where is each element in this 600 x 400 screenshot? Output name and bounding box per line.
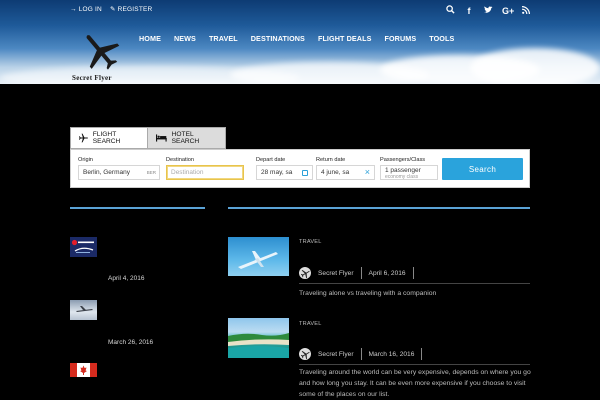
origin-value: Berlin, Germany — [83, 169, 130, 176]
destination-placeholder: Destination — [171, 169, 204, 176]
pencil-icon: ✎ — [109, 6, 116, 13]
register-label: REGISTER — [117, 5, 153, 13]
rss-icon[interactable] — [521, 5, 531, 16]
nav-item-news[interactable]: NEWS — [174, 34, 196, 43]
cloud-decoration — [470, 48, 600, 84]
post-category[interactable]: TRAVEL — [299, 239, 322, 245]
plane-avatar-icon — [300, 269, 310, 278]
logo-text: Secret Flyer — [72, 74, 112, 82]
account-links: → LOG IN ✎ REGISTER — [70, 5, 153, 14]
clear-icon[interactable]: × — [365, 167, 370, 177]
destination-input[interactable]: Destination — [166, 165, 244, 180]
search-tabs: FLIGHT SEARCH HOTEL SEARCH — [70, 127, 226, 149]
calendar-icon[interactable] — [302, 170, 308, 176]
post-category[interactable]: TRAVEL — [299, 321, 322, 327]
depart-label: Depart date — [256, 157, 286, 163]
meta-divider — [412, 267, 414, 279]
plane-icon — [79, 133, 88, 143]
login-label: LOG IN — [78, 5, 102, 13]
search-button[interactable]: Search — [442, 158, 523, 180]
origin-input[interactable]: Berlin, Germany BER — [78, 165, 160, 180]
post-image[interactable] — [228, 237, 289, 276]
google-plus-icon[interactable]: G+ — [502, 6, 514, 16]
search-icon[interactable] — [445, 5, 455, 16]
login-icon: → — [70, 5, 77, 13]
meta-divider — [360, 348, 362, 360]
sidebar-thumb-canada-flag[interactable] — [70, 363, 97, 377]
post-meta: Secret Flyer March 16, 2016 — [299, 348, 429, 360]
canada-flag-icon — [70, 363, 97, 377]
post-date: April 6, 2016 — [368, 269, 406, 277]
sidebar-divider — [70, 207, 205, 209]
meta-divider — [421, 348, 423, 360]
return-label: Return date — [316, 157, 346, 163]
plane-sky-image — [238, 251, 278, 269]
tab-hotel-search[interactable]: HOTEL SEARCH — [148, 127, 226, 149]
facebook-icon[interactable]: f — [464, 6, 474, 16]
sidebar-thumb-plane-clouds[interactable] — [70, 300, 97, 320]
origin-code: BER — [146, 170, 156, 175]
tropical-beach-image — [228, 333, 289, 358]
passengers-label: Passengers/Class — [380, 157, 426, 163]
social-icons: f G+ — [445, 5, 531, 16]
return-field: Return date 4 june, sa × — [316, 157, 375, 180]
return-date-input[interactable]: 4 june, sa × — [316, 165, 375, 180]
nav-item-destinations[interactable]: DESTINATIONS — [251, 34, 305, 43]
nav-item-home[interactable]: HOME — [139, 34, 161, 43]
depart-date-input[interactable]: 28 may, sa — [256, 165, 313, 180]
post-divider — [299, 364, 530, 365]
origin-label: Origin — [78, 157, 93, 163]
post-image[interactable] — [228, 318, 289, 358]
destination-label: Destination — [166, 157, 194, 163]
main-nav: HOME NEWS TRAVEL DESTINATIONS FLIGHT DEA… — [139, 34, 467, 43]
meta-divider — [360, 267, 362, 279]
airline-logo-icon — [71, 239, 94, 253]
passengers-class: economy class — [385, 174, 419, 180]
cloud-decoration — [230, 62, 430, 84]
post-excerpt[interactable]: Traveling alone vs traveling with a comp… — [299, 288, 531, 299]
post-excerpt[interactable]: Traveling around the world can be very e… — [299, 367, 531, 400]
passengers-select[interactable]: 1 passenger economy class — [380, 165, 438, 180]
plane-in-clouds-icon — [76, 306, 93, 312]
nav-item-forums[interactable]: FORUMS — [384, 34, 416, 43]
register-link[interactable]: ✎ REGISTER — [109, 5, 153, 14]
login-link[interactable]: → LOG IN — [70, 5, 102, 13]
author-avatar — [299, 267, 311, 279]
post-author[interactable]: Secret Flyer — [318, 270, 354, 277]
origin-field: Origin Berlin, Germany BER — [78, 157, 160, 180]
return-value: 4 june, sa — [321, 169, 350, 176]
sidebar-date: March 26, 2016 — [108, 339, 154, 346]
depart-field: Depart date 28 may, sa — [256, 157, 313, 180]
bed-icon — [156, 134, 167, 142]
sidebar-thumb-airline-logo[interactable] — [70, 237, 97, 257]
nav-item-travel[interactable]: TRAVEL — [209, 34, 238, 43]
post-divider — [299, 283, 530, 284]
content-divider — [228, 207, 530, 209]
tab-flight-search[interactable]: FLIGHT SEARCH — [70, 127, 148, 149]
tab-flight-label: FLIGHT SEARCH — [92, 131, 121, 145]
sidebar-date: April 4, 2016 — [108, 275, 145, 282]
twitter-icon[interactable] — [483, 5, 493, 16]
plane-avatar-icon — [300, 350, 310, 359]
post-author[interactable]: Secret Flyer — [318, 351, 354, 358]
header-banner: → LOG IN ✎ REGISTER f G+ Secret Flyer HO… — [0, 0, 600, 84]
nav-item-tools[interactable]: TOOLS — [429, 34, 454, 43]
passengers-field: Passengers/Class 1 passenger economy cla… — [380, 157, 438, 180]
nav-item-flight-deals[interactable]: FLIGHT DEALS — [318, 34, 372, 43]
tab-hotel-label: HOTEL SEARCH — [171, 131, 200, 145]
post-meta: Secret Flyer April 6, 2016 — [299, 267, 421, 279]
author-avatar — [299, 348, 311, 360]
depart-value: 28 may, sa — [261, 169, 293, 176]
destination-field: Destination Destination — [166, 157, 244, 180]
post-date: March 16, 2016 — [368, 350, 415, 358]
